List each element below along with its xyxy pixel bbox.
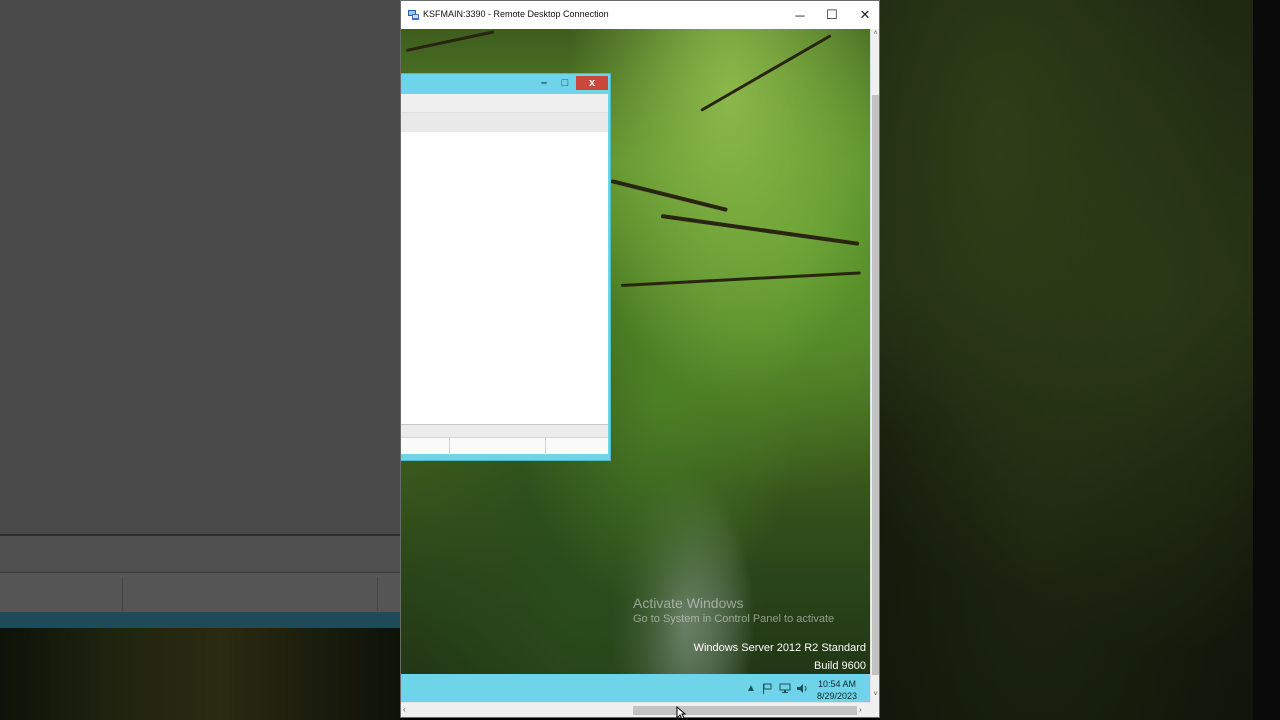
wallpaper-branch (620, 271, 861, 287)
maximize-button[interactable]: ☐ (815, 4, 849, 26)
minimize-icon: – (540, 77, 548, 89)
rdp-titlebar[interactable]: KSFMAIN:3390 - Remote Desktop Connection… (401, 1, 879, 29)
wallpaper-branch (700, 34, 832, 112)
inner-content-area[interactable] (401, 132, 608, 424)
windows-edition-label: Windows Server 2012 R2 Standard (693, 642, 866, 654)
inner-close-button[interactable]: x (576, 76, 608, 90)
rdp-window-title: KSFMAIN:3390 - Remote Desktop Connection (423, 9, 609, 19)
activate-windows-watermark: Activate Windows (633, 595, 744, 611)
tray-time: 10:54 AM (818, 679, 857, 689)
tray-date: 8/29/2023 (817, 691, 858, 701)
left-blurred-bar (0, 536, 400, 572)
left-blurred-statusbar (0, 572, 400, 612)
network-icon[interactable] (779, 682, 791, 694)
chevron-up-icon[interactable]: ▲ (745, 682, 757, 694)
inner-menubar (401, 94, 608, 112)
activate-windows-hint: Go to System in Control Panel to activat… (633, 613, 835, 625)
remote-desktop-viewport[interactable]: – □ x Activate Windows Go to System in C… (401, 29, 870, 702)
scroll-down-arrow-icon[interactable]: ˅ (871, 690, 880, 700)
inner-maximize-button[interactable]: □ (555, 76, 575, 90)
rdp-app-icon (408, 10, 419, 20)
wallpaper-branch (610, 179, 728, 212)
scroll-up-arrow-icon[interactable]: ˄ (871, 29, 880, 39)
remote-taskbar[interactable]: ▲ 10:54 AM 8/29/2023 (401, 674, 870, 702)
vertical-scrollbar[interactable]: ˄ ˅ (870, 29, 879, 702)
rdp-window: KSFMAIN:3390 - Remote Desktop Connection… (400, 0, 880, 718)
vertical-scroll-thumb[interactable] (872, 95, 879, 675)
left-blurred-photo (0, 628, 400, 720)
inner-divider-bar (401, 424, 608, 437)
flag-icon[interactable] (761, 682, 773, 694)
remote-app-window[interactable]: – □ x (401, 73, 611, 461)
background-right-photo (880, 0, 1280, 720)
inner-statusbar (401, 437, 608, 455)
inner-minimize-button[interactable]: – (534, 76, 554, 90)
windows-build-label: Build 9600 (814, 660, 866, 672)
right-edge-black (1253, 0, 1280, 720)
scrollbar-corner (870, 702, 879, 717)
left-blurred-taskbar (0, 612, 400, 628)
inner-toolbar (401, 112, 608, 132)
horizontal-scrollbar[interactable]: ‹ › (401, 702, 870, 717)
mouse-cursor-icon (676, 706, 686, 720)
wallpaper-branch (660, 214, 860, 246)
maximize-icon: □ (561, 77, 569, 89)
speaker-icon[interactable] (796, 682, 808, 694)
scroll-right-arrow-icon[interactable]: › (859, 704, 869, 716)
scroll-left-arrow-icon[interactable]: ‹ (403, 704, 413, 716)
minimize-button[interactable]: ─ (783, 4, 817, 26)
horizontal-scroll-thumb[interactable] (633, 706, 857, 715)
tray-clock[interactable]: 10:54 AM 8/29/2023 (817, 678, 857, 702)
close-button[interactable]: ✕ (848, 4, 882, 26)
wallpaper-branch (405, 30, 495, 52)
